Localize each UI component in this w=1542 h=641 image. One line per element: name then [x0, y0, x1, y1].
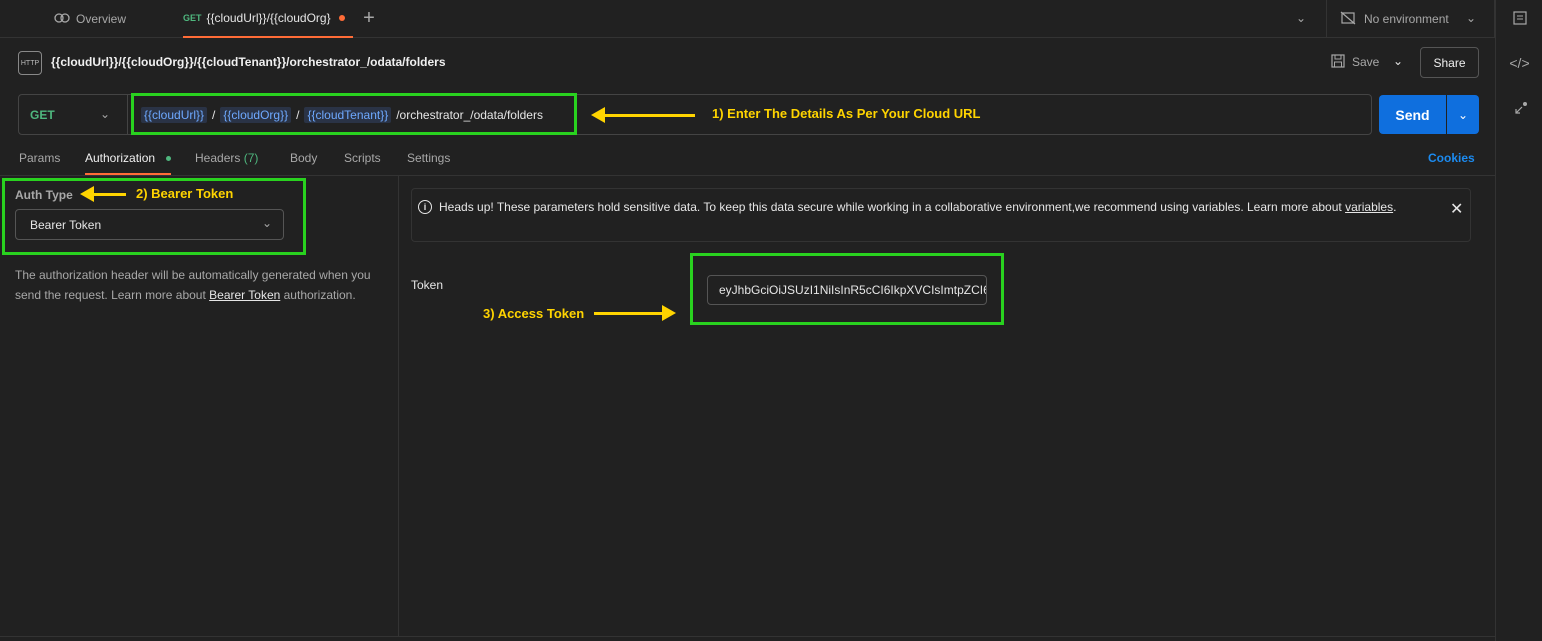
auth-description-suffix: authorization. — [280, 288, 356, 302]
unsaved-dot — [338, 15, 345, 21]
cookies-link[interactable]: Cookies — [1428, 151, 1475, 165]
tab-request-label: {{cloudUrl}}/{{cloudOrg} — [206, 11, 331, 25]
token-highlight-box — [690, 253, 1004, 325]
divider — [398, 176, 399, 636]
annotation-step3: 3) Access Token — [483, 306, 585, 321]
tab-authorization[interactable]: Authorization — [85, 151, 155, 165]
close-icon[interactable]: ✕ — [1450, 199, 1463, 219]
save-label: Save — [1352, 55, 1380, 69]
annotation-arrow-line — [603, 114, 695, 117]
arrow-right-icon — [662, 305, 676, 321]
annotation-step1: 1) Enter The Details As Per Your Cloud U… — [712, 106, 981, 121]
info-icon: i — [418, 200, 432, 214]
send-options-chevron-icon[interactable]: ⌄ — [1447, 95, 1479, 134]
no-environment-icon — [1340, 11, 1356, 28]
token-label: Token — [411, 278, 444, 292]
bearer-token-link[interactable]: Bearer Token — [209, 288, 280, 302]
request-title[interactable]: {{cloudUrl}}/{{cloudOrg}}/{{cloudTenant}… — [51, 55, 446, 69]
environment-quicklook-icon[interactable] — [1496, 10, 1542, 29]
tabs-dropdown-chevron-icon[interactable]: ⌄ — [1296, 11, 1306, 25]
annotation-arrow-line — [594, 312, 664, 315]
divider — [0, 636, 1495, 637]
divider — [1326, 0, 1327, 38]
right-sidebar: </> — [1495, 0, 1542, 641]
save-options-chevron-icon[interactable]: ⌄ — [1393, 54, 1403, 68]
tab-request-method: GET — [183, 13, 202, 23]
http-request-icon: HTTP — [18, 51, 42, 75]
tab-settings[interactable]: Settings — [407, 151, 450, 165]
auth-description: The authorization header will be automat… — [15, 265, 385, 305]
tab-params[interactable]: Params — [19, 151, 60, 165]
tab-headers[interactable]: Headers (7) — [195, 151, 258, 165]
annotation-step2: 2) Bearer Token — [136, 186, 234, 201]
divider — [0, 175, 1495, 176]
notice-suffix: . — [1393, 200, 1397, 214]
related-collections-icon[interactable] — [1496, 101, 1542, 120]
new-tab-button[interactable]: + — [358, 8, 380, 30]
environment-selector[interactable]: No environment — [1340, 0, 1449, 38]
url-highlight-box — [131, 93, 577, 135]
authorization-active-dot — [166, 156, 171, 161]
tab-request[interactable]: GET {{cloudUrl}}/{{cloudOrg} — [183, 0, 353, 38]
tab-body[interactable]: Body — [290, 151, 317, 165]
code-icon[interactable]: </> — [1496, 55, 1542, 71]
environment-chevron-icon[interactable]: ⌄ — [1466, 11, 1476, 25]
notice-text: Heads up! These parameters hold sensitiv… — [439, 198, 1429, 217]
method-select[interactable]: GET — [18, 94, 128, 135]
environment-label: No environment — [1364, 12, 1449, 26]
method-chevron-icon[interactable]: ⌄ — [100, 107, 110, 121]
tab-headers-label: Headers — [195, 151, 241, 165]
tab-scripts[interactable]: Scripts — [344, 151, 381, 165]
headers-count-badge: (7) — [243, 151, 259, 165]
save-button[interactable]: Save — [1331, 47, 1379, 77]
save-icon — [1331, 53, 1345, 71]
annotation-arrow-line — [92, 193, 126, 196]
share-button[interactable]: Share — [1420, 47, 1479, 78]
tab-overview[interactable]: Overview — [40, 0, 183, 38]
send-button[interactable]: Send — [1379, 95, 1446, 134]
overview-icon — [54, 12, 70, 27]
tab-overview-label: Overview — [76, 12, 127, 26]
notice-body: Heads up! These parameters hold sensitiv… — [439, 200, 1346, 214]
variables-link[interactable]: variables — [1345, 200, 1393, 214]
